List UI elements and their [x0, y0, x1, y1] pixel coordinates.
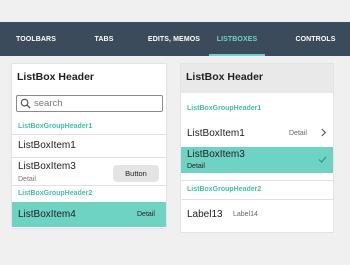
- chevron-right-icon: [321, 128, 327, 137]
- left-group-header-2: ListBoxGroupHeader2: [18, 190, 93, 197]
- right-listbox-header: ListBox Header: [181, 64, 333, 93]
- left-listbox-header: ListBox Header: [17, 71, 95, 83]
- right-listbox: ListBox Header ListBoxGroupHeader1 ListB…: [180, 63, 334, 233]
- item-button[interactable]: Button: [113, 165, 159, 182]
- divider: [12, 185, 166, 186]
- right-listbox-item-1-detail: Detail: [289, 130, 307, 137]
- right-group-header-2: ListBoxGroupHeader2: [187, 186, 262, 193]
- right-group-header-1: ListBoxGroupHeader1: [187, 105, 262, 112]
- right-label-14: Label14: [233, 211, 258, 218]
- divider: [12, 157, 166, 158]
- right-listbox-item-3-title: ListBoxItem3: [187, 149, 245, 160]
- divider: [12, 134, 166, 135]
- tab-toolbars[interactable]: TOOLBARS: [0, 22, 72, 56]
- left-listbox-item-4-title: ListBoxItem4: [18, 209, 76, 220]
- divider: [181, 199, 333, 200]
- divider: [181, 180, 333, 181]
- active-tab-indicator: [209, 54, 265, 56]
- right-listbox-item-1-title[interactable]: ListBoxItem1: [187, 128, 245, 139]
- right-listbox-item-3-detail: Detail: [187, 163, 205, 170]
- search-icon: [20, 98, 31, 109]
- tab-controls[interactable]: CONTROLS: [281, 22, 350, 56]
- checkmark-icon: [318, 156, 327, 163]
- tab-listboxes[interactable]: LISTBOXES: [209, 22, 265, 56]
- left-listbox-item-3-title[interactable]: ListBoxItem3: [18, 161, 76, 172]
- left-listbox-item-3-detail: Detail: [18, 176, 36, 183]
- left-listbox-item-1[interactable]: ListBoxItem1: [18, 140, 76, 151]
- search-box[interactable]: [16, 95, 163, 112]
- search-input[interactable]: [34, 98, 154, 109]
- left-listbox: ListBox Header ListBoxGroupHeader1 ListB…: [11, 63, 167, 229]
- left-group-header-1: ListBoxGroupHeader1: [18, 123, 93, 130]
- tab-tabs[interactable]: TABS: [72, 22, 136, 56]
- tab-edits-memos[interactable]: EDITS, MEMOS: [136, 22, 212, 56]
- top-tab-bar: TOOLBARS TABS EDITS, MEMOS LISTBOXES CON…: [0, 22, 350, 56]
- right-label-13: Label13: [187, 209, 223, 220]
- left-listbox-item-4-detail: Detail: [137, 211, 155, 218]
